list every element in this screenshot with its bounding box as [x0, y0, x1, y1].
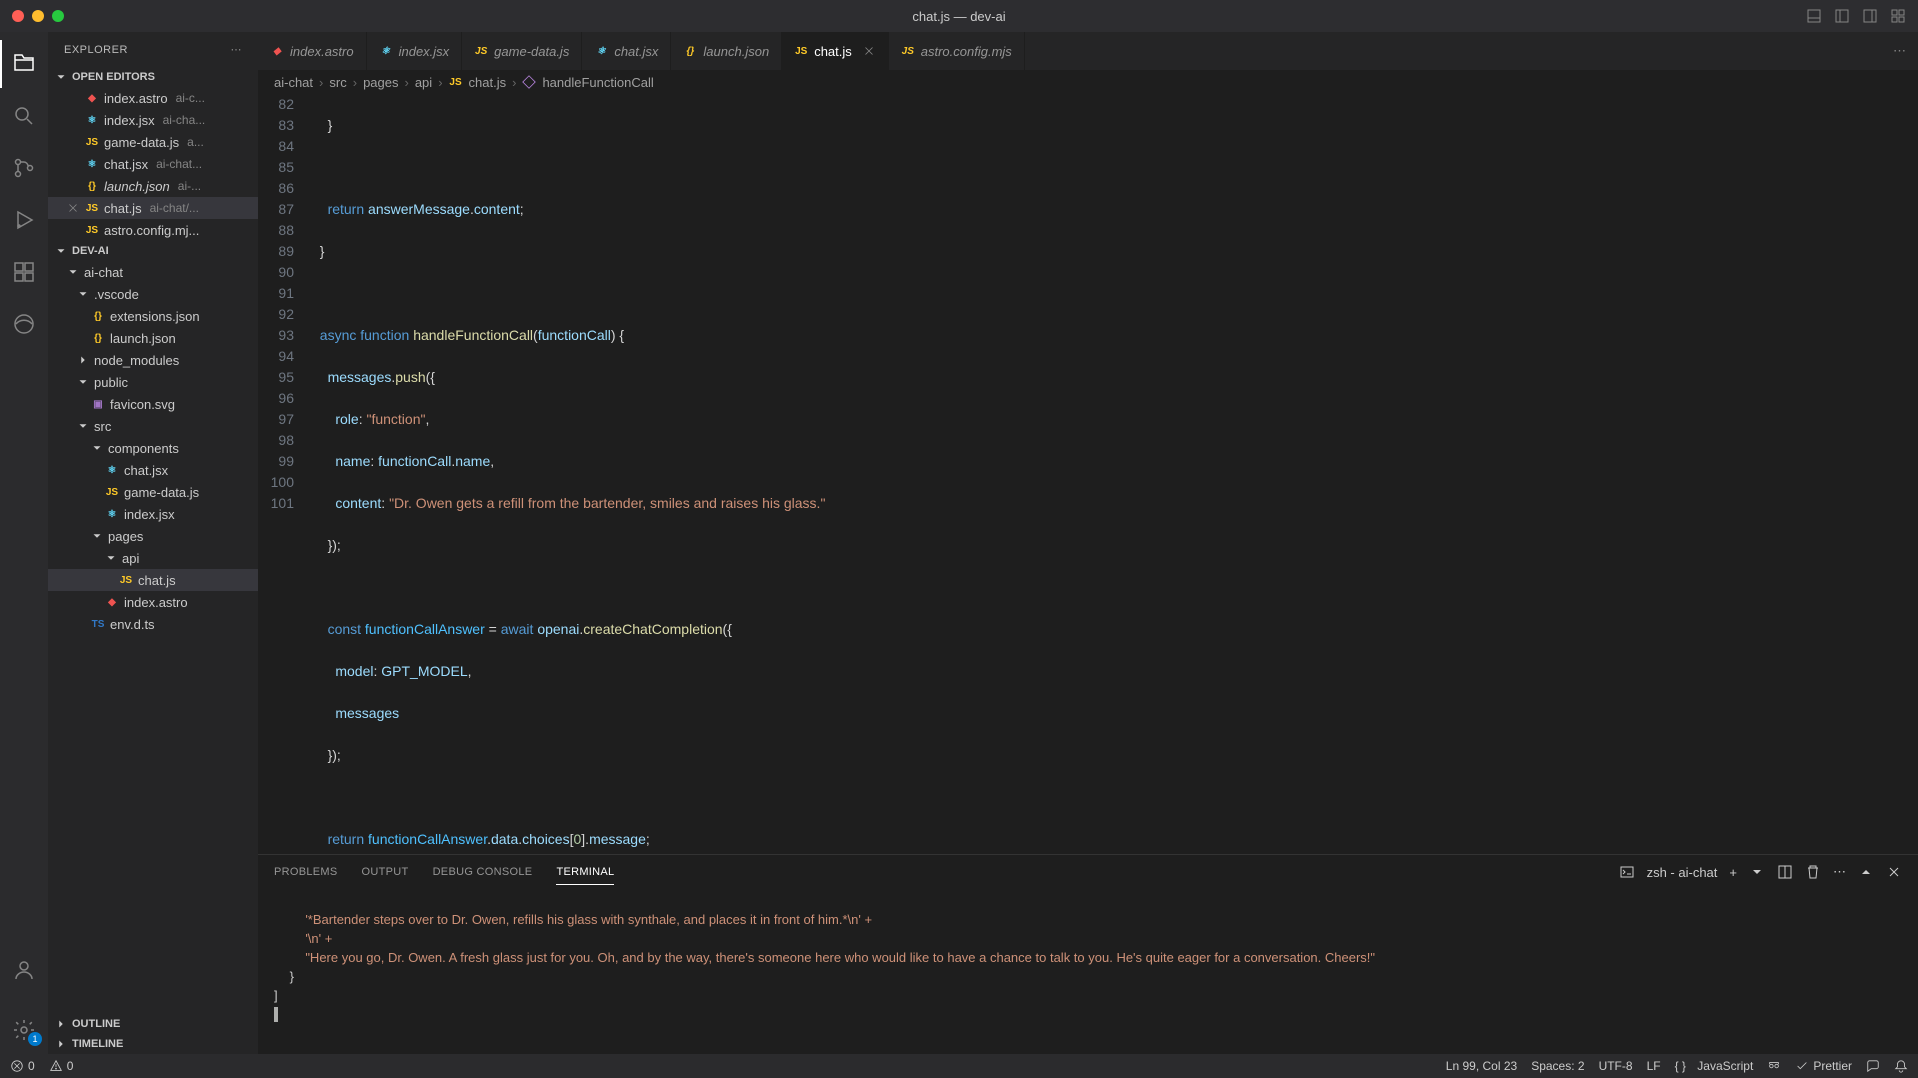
- extensions-activity[interactable]: [0, 248, 48, 296]
- chevron-down-icon[interactable]: [1749, 864, 1765, 880]
- layout-sidebar-icon[interactable]: [1834, 8, 1850, 24]
- more-icon[interactable]: ⋯: [1833, 864, 1846, 880]
- panel-tab-debug[interactable]: DEBUG CONSOLE: [433, 860, 533, 884]
- window-controls: [12, 10, 64, 22]
- project-section[interactable]: DEV-AI: [48, 241, 258, 261]
- bottom-panel: PROBLEMS OUTPUT DEBUG CONSOLE TERMINAL z…: [258, 854, 1918, 1054]
- status-cursor-pos[interactable]: Ln 99, Col 23: [1446, 1059, 1517, 1073]
- more-icon[interactable]: ⋯: [1893, 43, 1906, 59]
- maximize-window-button[interactable]: [52, 10, 64, 22]
- sidebar-title: EXPLORER: [64, 44, 128, 56]
- explorer-activity[interactable]: [0, 40, 48, 88]
- close-window-button[interactable]: [12, 10, 24, 22]
- sidebar-more-icon[interactable]: ⋯: [231, 43, 243, 56]
- tab-astro-config[interactable]: JSastro.config.mjs: [889, 32, 1025, 70]
- tree-folder[interactable]: ai-chat: [48, 261, 258, 283]
- tree-file[interactable]: ▣favicon.svg: [48, 393, 258, 415]
- open-editor-item[interactable]: ◆index.astroai-c...: [48, 87, 258, 109]
- open-editors-section[interactable]: OPEN EDITORS: [48, 67, 258, 87]
- tree-file[interactable]: ⚛index.jsx: [48, 503, 258, 525]
- tree-folder[interactable]: node_modules: [48, 349, 258, 371]
- tree-file[interactable]: {}extensions.json: [48, 305, 258, 327]
- tree-file[interactable]: ⚛chat.jsx: [48, 459, 258, 481]
- tab-index-astro[interactable]: ◆index.astro: [258, 32, 367, 70]
- tab-chat-js-active[interactable]: JSchat.js: [782, 32, 889, 70]
- minimize-window-button[interactable]: [32, 10, 44, 22]
- status-feedback[interactable]: [1866, 1059, 1880, 1073]
- tree-folder[interactable]: .vscode: [48, 283, 258, 305]
- tree-file-active[interactable]: JSchat.js: [48, 569, 258, 591]
- window-title: chat.js — dev-ai: [912, 9, 1005, 24]
- titlebar: chat.js — dev-ai: [0, 0, 1918, 32]
- tree-folder[interactable]: public: [48, 371, 258, 393]
- source-control-activity[interactable]: [0, 144, 48, 192]
- chevron-up-icon[interactable]: [1858, 864, 1874, 880]
- panel-tab-terminal[interactable]: TERMINAL: [556, 860, 614, 885]
- tree-file[interactable]: JSgame-data.js: [48, 481, 258, 503]
- outline-section[interactable]: OUTLINE: [48, 1014, 258, 1034]
- status-prettier[interactable]: Prettier: [1795, 1059, 1852, 1073]
- tree-folder[interactable]: src: [48, 415, 258, 437]
- terminal-output[interactable]: '*Bartender steps over to Dr. Owen, refi…: [258, 889, 1918, 1054]
- open-editor-item[interactable]: JSastro.config.mj...: [48, 219, 258, 241]
- open-editor-item[interactable]: JSgame-data.jsa...: [48, 131, 258, 153]
- tab-index-jsx[interactable]: ⚛index.jsx: [367, 32, 463, 70]
- tab-game-data[interactable]: JSgame-data.js: [462, 32, 582, 70]
- tree-folder[interactable]: components: [48, 437, 258, 459]
- layout-grid-icon[interactable]: [1890, 8, 1906, 24]
- code-editor[interactable]: 8283848586878889909192939495969798991001…: [258, 94, 1918, 854]
- tree-file[interactable]: TSenv.d.ts: [48, 613, 258, 635]
- status-encoding[interactable]: UTF-8: [1599, 1059, 1633, 1073]
- layout-split-icon[interactable]: [1862, 8, 1878, 24]
- open-editor-item-active[interactable]: JSchat.jsai-chat/...: [48, 197, 258, 219]
- settings-badge: 1: [28, 1032, 42, 1046]
- tree-file[interactable]: {}launch.json: [48, 327, 258, 349]
- close-icon[interactable]: [1886, 864, 1902, 880]
- status-copilot[interactable]: [1767, 1059, 1781, 1073]
- open-editor-item[interactable]: ⚛index.jsxai-cha...: [48, 109, 258, 131]
- tab-chat-jsx[interactable]: ⚛chat.jsx: [582, 32, 671, 70]
- close-icon[interactable]: [66, 201, 80, 215]
- trash-icon[interactable]: [1805, 864, 1821, 880]
- status-bell[interactable]: [1894, 1059, 1908, 1073]
- run-debug-activity[interactable]: [0, 196, 48, 244]
- chevron-down-icon: [54, 70, 68, 84]
- settings-activity[interactable]: 1: [0, 1006, 48, 1054]
- breadcrumb[interactable]: ai-chat› src› pages› api› JSchat.js› han…: [258, 70, 1918, 94]
- editor-tabs: ◆index.astro ⚛index.jsx JSgame-data.js ⚛…: [258, 32, 1918, 70]
- accounts-activity[interactable]: [0, 946, 48, 994]
- panel-tab-problems[interactable]: PROBLEMS: [274, 860, 338, 884]
- new-terminal-icon[interactable]: +: [1729, 865, 1737, 880]
- status-errors[interactable]: 0: [10, 1059, 35, 1073]
- tree-folder[interactable]: api: [48, 547, 258, 569]
- open-editor-item[interactable]: ⚛chat.jsxai-chat...: [48, 153, 258, 175]
- minimap[interactable]: [1908, 94, 1918, 854]
- close-icon[interactable]: [862, 44, 876, 58]
- status-eol[interactable]: LF: [1647, 1059, 1661, 1073]
- status-bar: 0 0 Ln 99, Col 23 Spaces: 2 UTF-8 LF { }…: [0, 1054, 1918, 1078]
- timeline-section[interactable]: TIMELINE: [48, 1034, 258, 1054]
- terminal-profile-icon[interactable]: [1619, 864, 1635, 880]
- edge-activity[interactable]: [0, 300, 48, 348]
- chevron-down-icon: [54, 244, 68, 258]
- activity-bar: 1: [0, 32, 48, 1054]
- tab-launch-json[interactable]: {}launch.json: [671, 32, 782, 70]
- panel-tab-output[interactable]: OUTPUT: [362, 860, 409, 884]
- method-icon: [522, 75, 536, 89]
- terminal-shell-label: zsh - ai-chat: [1647, 865, 1718, 880]
- sidebar: EXPLORER ⋯ OPEN EDITORS ◆index.astroai-c…: [48, 32, 258, 1054]
- split-terminal-icon[interactable]: [1777, 864, 1793, 880]
- open-editor-item[interactable]: {}launch.jsonai-...: [48, 175, 258, 197]
- status-spaces[interactable]: Spaces: 2: [1531, 1059, 1584, 1073]
- tree-folder[interactable]: pages: [48, 525, 258, 547]
- layout-panel-icon[interactable]: [1806, 8, 1822, 24]
- status-warnings[interactable]: 0: [49, 1059, 74, 1073]
- tree-file[interactable]: ◆index.astro: [48, 591, 258, 613]
- status-language[interactable]: { } JavaScript: [1675, 1059, 1754, 1073]
- search-activity[interactable]: [0, 92, 48, 140]
